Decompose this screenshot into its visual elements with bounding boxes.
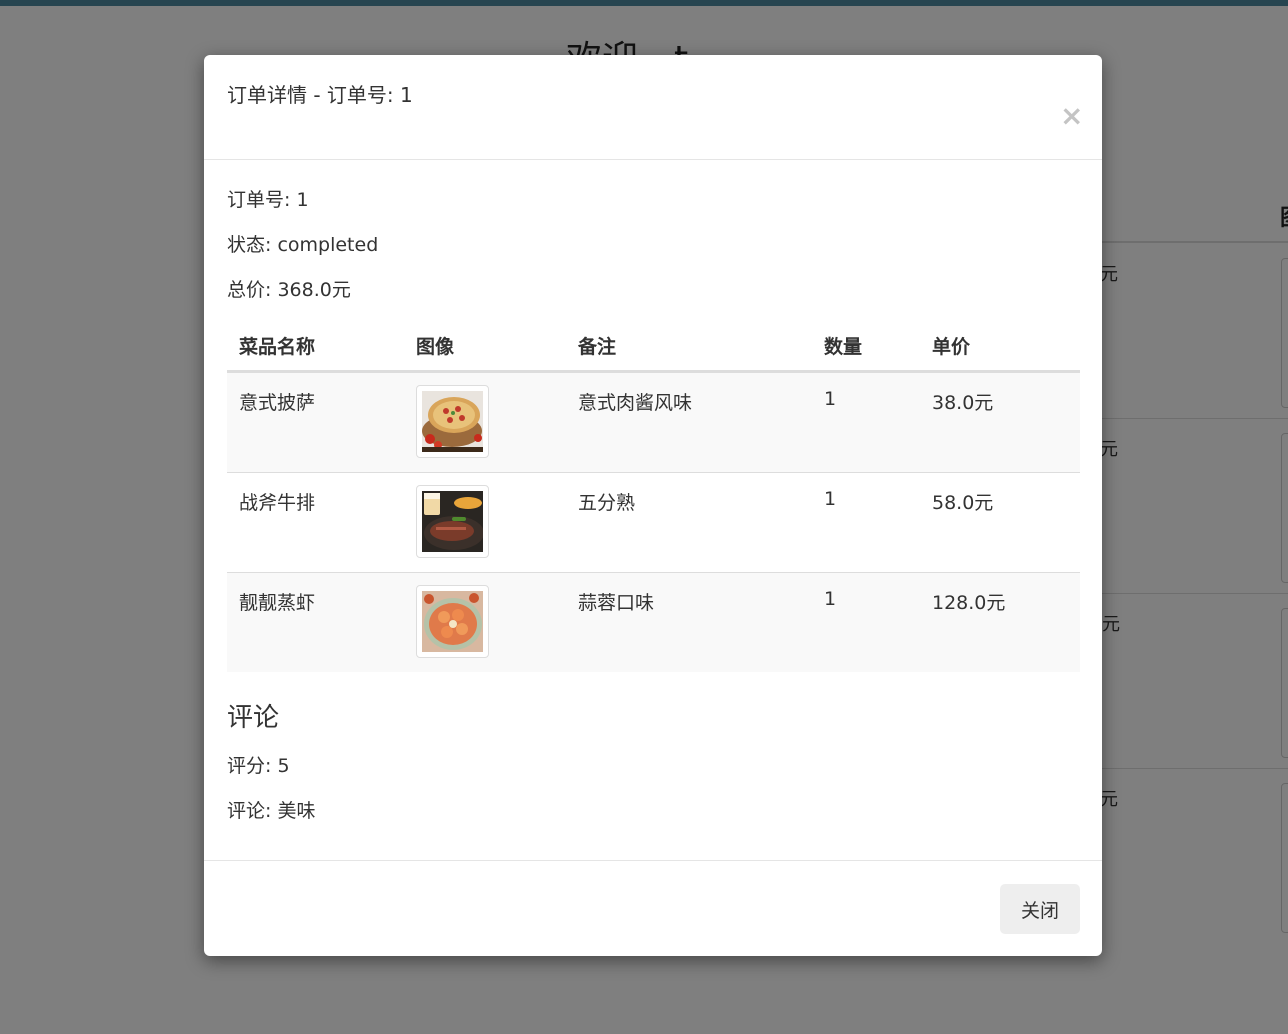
review-section-title: 评论 <box>227 703 280 733</box>
modal-header: 订单详情 - 订单号: 1 × <box>204 55 1102 160</box>
pizza-image <box>416 385 489 458</box>
close-icon[interactable]: × <box>1060 102 1083 130</box>
table-row: 靓靓蒸虾 蒜蓉口味 1 128.0元 <box>227 572 1080 672</box>
review-comment: 评论: 美味 <box>227 800 316 822</box>
dish-note: 蒜蓉口味 <box>578 592 655 614</box>
dish-image-cell <box>404 572 566 672</box>
dish-unit-price: 38.0元 <box>932 392 994 414</box>
dish-name-cell: 靓靓蒸虾 <box>227 572 404 672</box>
shrimp-image <box>416 585 489 658</box>
order-total: 总价: 368.0元 <box>227 279 351 301</box>
modal-title: 订单详情 - 订单号: 1 <box>227 83 413 107</box>
table-row: 意式披萨 意式肉酱风味 1 38.0元 <box>227 371 1080 473</box>
modal-footer: 关闭 <box>204 860 1102 957</box>
close-button[interactable]: 关闭 <box>1000 884 1080 934</box>
dish-name: 意式披萨 <box>239 392 316 414</box>
note-cell: 蒜蓉口味 <box>566 572 812 672</box>
column-header-image: 图像 <box>404 321 566 373</box>
table-header-row: 菜品名称 图像 备注 数量 单价 <box>227 321 1080 373</box>
unit-price-cell: 58.0元 <box>920 472 1080 573</box>
dish-note: 意式肉酱风味 <box>578 392 693 414</box>
column-header-note: 备注 <box>566 321 812 373</box>
order-items-table: 菜品名称 图像 备注 数量 单价 意式披萨 意式肉酱风味 1 38.0元 战斧牛… <box>227 321 1080 672</box>
dish-name-cell: 意式披萨 <box>227 371 404 473</box>
dish-name-cell: 战斧牛排 <box>227 472 404 573</box>
dish-unit-price: 128.0元 <box>932 592 1006 614</box>
unit-price-cell: 128.0元 <box>920 572 1080 672</box>
shrimp-photo <box>422 591 483 652</box>
pizza-photo <box>422 391 483 452</box>
note-cell: 意式肉酱风味 <box>566 371 812 473</box>
column-header-unit-price: 单价 <box>920 321 1080 373</box>
quantity-cell: 1 <box>812 472 920 573</box>
dish-image-cell <box>404 371 566 473</box>
note-cell: 五分熟 <box>566 472 812 573</box>
unit-price-cell: 38.0元 <box>920 371 1080 473</box>
dish-name: 战斧牛排 <box>239 492 316 514</box>
dish-name: 靓靓蒸虾 <box>239 592 316 614</box>
dish-unit-price: 58.0元 <box>932 492 994 514</box>
dish-quantity: 1 <box>824 588 837 610</box>
table-row: 战斧牛排 五分熟 1 58.0元 <box>227 472 1080 573</box>
dish-quantity: 1 <box>824 388 837 410</box>
dish-quantity: 1 <box>824 488 837 510</box>
order-detail-modal: 订单详情 - 订单号: 1 × 订单号: 1 状态: completed 总价:… <box>204 55 1102 956</box>
dish-note: 五分熟 <box>578 492 636 514</box>
steak-photo <box>422 491 483 552</box>
steak-image <box>416 485 489 558</box>
order-number: 订单号: 1 <box>227 189 309 211</box>
dish-image-cell <box>404 472 566 573</box>
review-rating: 评分: 5 <box>227 755 290 777</box>
quantity-cell: 1 <box>812 371 920 473</box>
order-status: 状态: completed <box>227 234 379 256</box>
column-header-quantity: 数量 <box>812 321 920 373</box>
column-header-dish-name: 菜品名称 <box>227 321 404 373</box>
quantity-cell: 1 <box>812 572 920 672</box>
